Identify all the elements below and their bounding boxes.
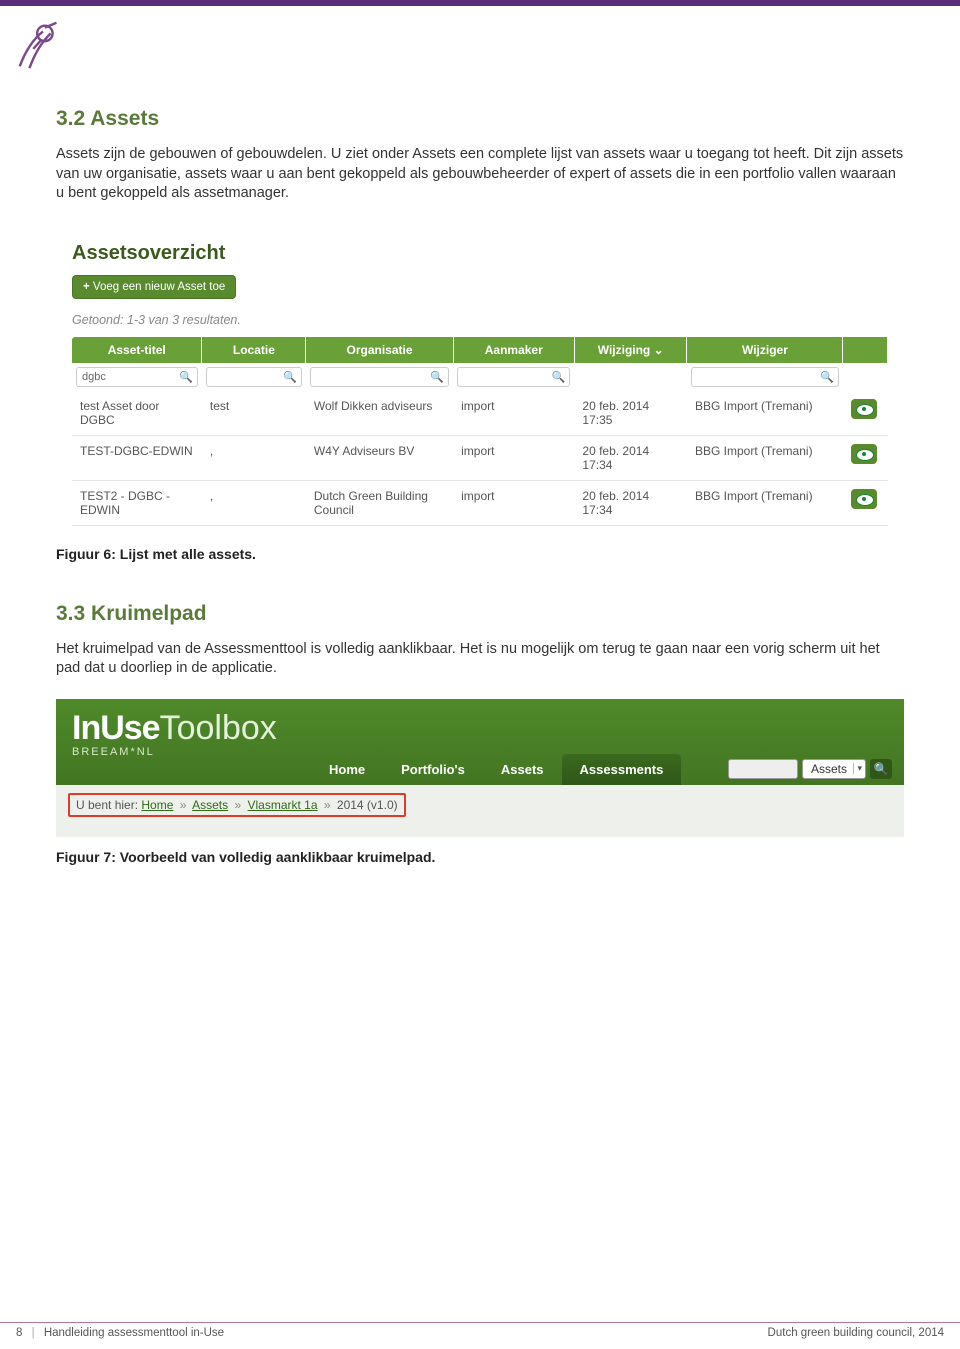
cell-modified: 20 feb. 2014 17:35: [574, 391, 687, 436]
breadcrumb-assets[interactable]: Assets: [192, 798, 228, 812]
footer-org: Dutch green building council, 2014: [768, 1327, 944, 1339]
assets-table: Asset-titel Locatie Organisatie Aanmaker…: [72, 337, 888, 526]
cell-creator: import: [453, 391, 574, 436]
header-search-area: Assets 🔍: [56, 753, 904, 785]
brand-toolbox: Toolbox: [160, 709, 277, 748]
footer-separator: |: [32, 1327, 35, 1339]
breadcrumb-home[interactable]: Home: [141, 798, 173, 812]
filter-title-input[interactable]: [76, 367, 198, 387]
figure-6-caption: Figuur 6: Lijst met alle assets.: [56, 546, 904, 562]
table-row: TEST-DGBC-EDWIN , W4Y Adviseurs BV impor…: [72, 435, 888, 480]
cell-org: W4Y Adviseurs BV: [306, 435, 453, 480]
cell-title: TEST2 - DGBC - EDWIN: [72, 480, 202, 525]
cell-location: ,: [202, 435, 306, 480]
col-modified[interactable]: Wijziging ⌄: [574, 337, 687, 363]
view-button[interactable]: [851, 444, 877, 464]
breadcrumb-prefix: U bent hier:: [76, 798, 138, 812]
cell-org: Dutch Green Building Council: [306, 480, 453, 525]
cell-modifier: BBG Import (Tremani): [687, 435, 843, 480]
filter-modifier-input[interactable]: [691, 367, 839, 387]
col-creator[interactable]: Aanmaker: [453, 337, 574, 363]
brand-logo: InUseToolbox: [72, 709, 888, 748]
logo-area: [0, 6, 960, 83]
app-header: InUseToolbox BREEAM*NL Home Portfolio's …: [56, 699, 904, 785]
dgbc-logo: [12, 16, 70, 74]
figure-7-breadcrumb: InUseToolbox BREEAM*NL Home Portfolio's …: [56, 699, 904, 837]
table-row: test Asset door DGBC test Wolf Dikken ad…: [72, 391, 888, 436]
breadcrumb-separator: »: [180, 798, 187, 812]
breadcrumb-separator: »: [324, 798, 331, 812]
cell-creator: import: [453, 480, 574, 525]
cell-title: TEST-DGBC-EDWIN: [72, 435, 202, 480]
cell-modified: 20 feb. 2014 17:34: [574, 435, 687, 480]
cell-modifier: BBG Import (Tremani): [687, 480, 843, 525]
page-number: 8: [16, 1327, 22, 1339]
view-button[interactable]: [851, 399, 877, 419]
breadcrumb-current: 2014 (v1.0): [337, 798, 398, 812]
table-header-row: Asset-titel Locatie Organisatie Aanmaker…: [72, 337, 888, 363]
cell-modifier: BBG Import (Tremani): [687, 391, 843, 436]
filter-location-input[interactable]: [206, 367, 302, 387]
col-asset-title[interactable]: Asset-titel: [72, 337, 202, 363]
results-count: Getoond: 1-3 van 3 resultaten.: [72, 313, 888, 327]
table-filter-row: 🔍 🔍 🔍 🔍 🔍: [72, 363, 888, 391]
section-3-3-body: Het kruimelpad van de Assessmenttool is …: [56, 640, 904, 679]
section-3-2-body: Assets zijn de gebouwen of gebouwdelen. …: [56, 145, 904, 204]
assets-overview-title: Assetsoverzicht: [72, 242, 888, 265]
search-scope-select[interactable]: Assets: [802, 759, 866, 779]
view-button[interactable]: [851, 489, 877, 509]
cell-modified: 20 feb. 2014 17:34: [574, 480, 687, 525]
search-icon: 🔍: [874, 762, 889, 776]
breadcrumb-highlight-box: U bent hier: Home » Assets » Vlasmarkt 1…: [68, 793, 406, 817]
page-footer: 8 | Handleiding assessmenttool in-Use Du…: [0, 1322, 960, 1339]
filter-org-input[interactable]: [310, 367, 449, 387]
cell-org: Wolf Dikken adviseurs: [306, 391, 453, 436]
col-location[interactable]: Locatie: [202, 337, 306, 363]
breadcrumb-vlasmarkt[interactable]: Vlasmarkt 1a: [248, 798, 318, 812]
brand-inuse: InUse: [72, 709, 160, 748]
figure-7-caption: Figuur 7: Voorbeeld van volledig aanklik…: [56, 849, 904, 865]
cell-title: test Asset door DGBC: [72, 391, 202, 436]
cell-creator: import: [453, 435, 574, 480]
footer-doc-title: Handleiding assessmenttool in-Use: [44, 1327, 224, 1339]
table-row: TEST2 - DGBC - EDWIN , Dutch Green Build…: [72, 480, 888, 525]
search-button[interactable]: 🔍: [870, 759, 892, 779]
header-search-input[interactable]: [728, 759, 798, 779]
cell-location: test: [202, 391, 306, 436]
col-organisation[interactable]: Organisatie: [306, 337, 453, 363]
cell-location: ,: [202, 480, 306, 525]
add-asset-button[interactable]: Voeg een nieuw Asset toe: [72, 275, 236, 299]
col-modifier[interactable]: Wijziger: [687, 337, 843, 363]
section-3-2-heading: 3.2 Assets: [56, 107, 904, 131]
breadcrumb-separator: »: [234, 798, 241, 812]
breadcrumb-bar: U bent hier: Home » Assets » Vlasmarkt 1…: [56, 785, 904, 837]
figure-6-asset-overview: Assetsoverzicht Voeg een nieuw Asset toe…: [56, 224, 904, 534]
col-actions: [843, 337, 888, 363]
section-3-3-heading: 3.3 Kruimelpad: [56, 602, 904, 626]
filter-creator-input[interactable]: [457, 367, 570, 387]
